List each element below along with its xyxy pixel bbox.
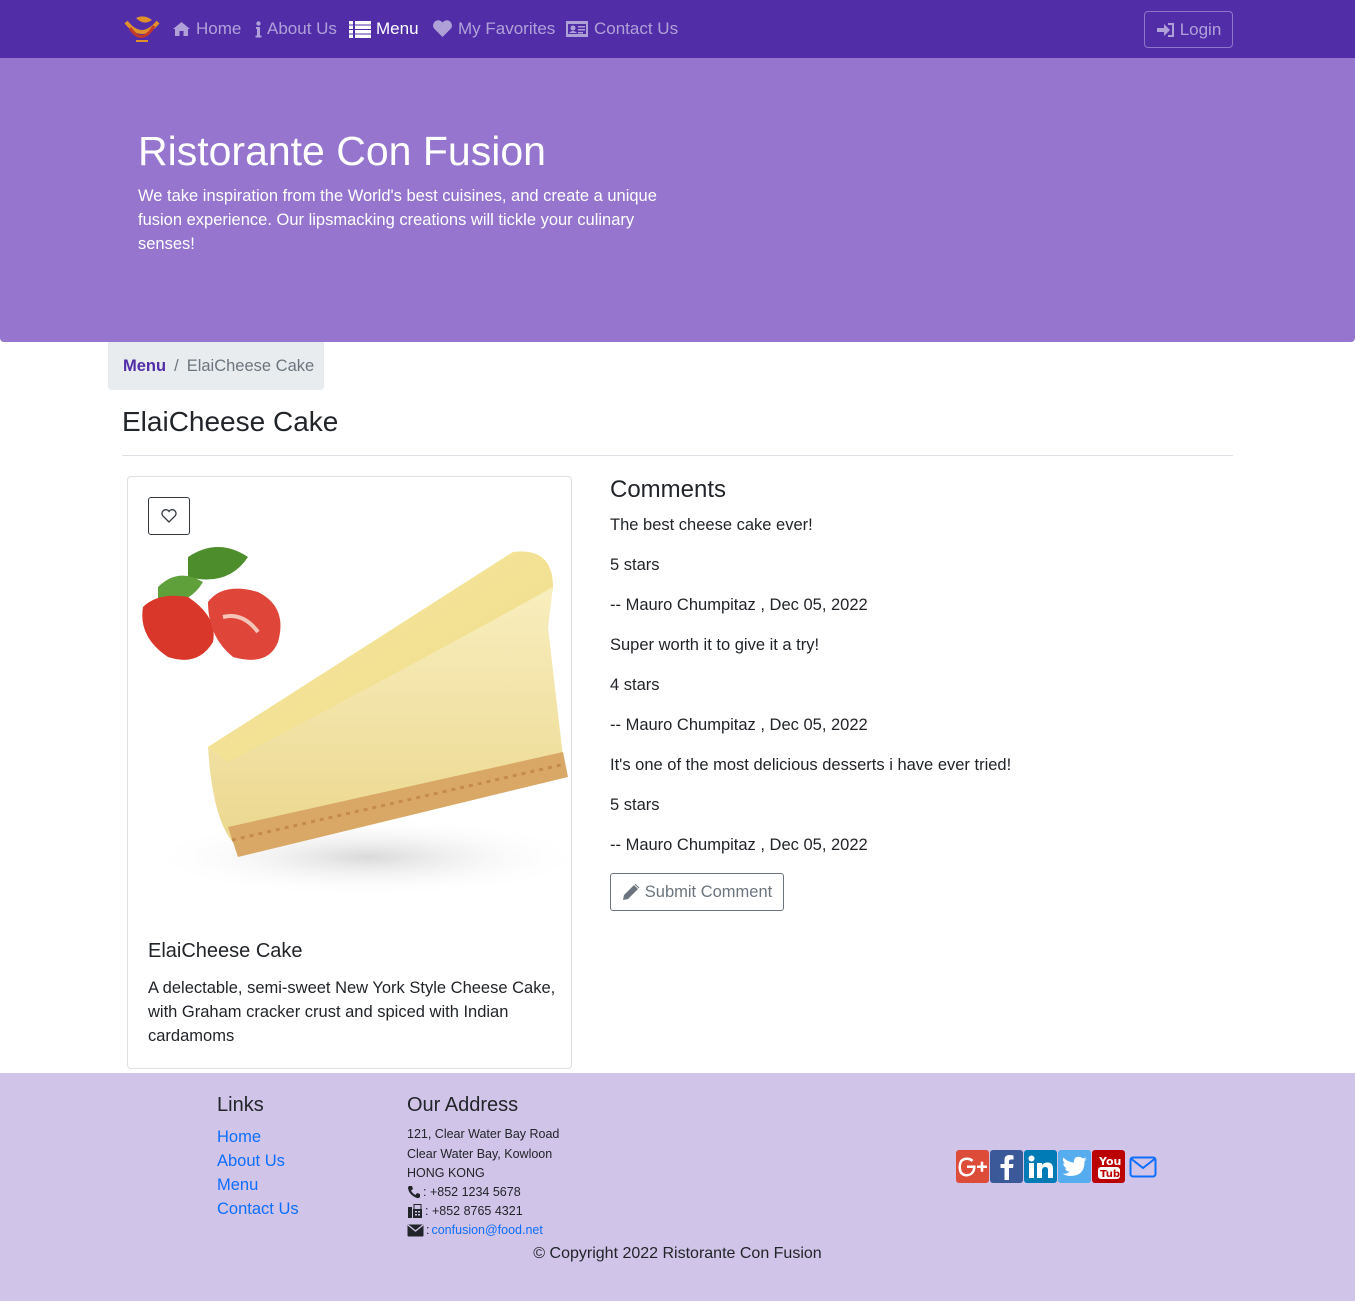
mail-icon xyxy=(1129,1156,1156,1177)
submit-comment-label: Submit Comment xyxy=(644,882,773,901)
svg-text:Tube: Tube xyxy=(1100,1169,1121,1180)
home-icon xyxy=(173,22,190,36)
restaurant-title: Ristorante Con Fusion xyxy=(138,128,546,174)
youtube-icon: YouTube xyxy=(1097,1155,1121,1180)
restaurant-tagline: We take inspiration from the World's bes… xyxy=(138,187,657,253)
links-heading: Links xyxy=(217,1094,264,1116)
list-icon xyxy=(349,20,371,38)
dish-name: ElaiCheese Cake xyxy=(148,940,303,962)
navbar: Home About Us Menu My Favorites Contact … xyxy=(0,0,1355,58)
comment-text: It's one of the most delicious desserts … xyxy=(610,756,1012,774)
footer: Links Home About Us Menu Contact Us Our … xyxy=(0,1073,1355,1301)
login-button[interactable]: Login xyxy=(1144,11,1233,48)
fax-icon xyxy=(408,1203,422,1218)
nav-home-label: Home xyxy=(196,19,242,38)
dish-image xyxy=(128,527,571,907)
breadcrumb: Menu / ElaiCheese Cake xyxy=(108,342,324,390)
footer-link-contact[interactable]: Contact Us xyxy=(217,1200,299,1219)
breadcrumb-menu-link[interactable]: Menu xyxy=(123,357,166,376)
comment-rating: 5 stars xyxy=(610,796,660,814)
linkedin-icon xyxy=(1028,1155,1053,1178)
nav-menu[interactable]: Menu xyxy=(349,17,419,41)
fax-line: : +852 8765 4321 xyxy=(407,1203,523,1219)
favorite-button[interactable] xyxy=(148,497,190,535)
google-plus-icon xyxy=(958,1157,987,1176)
info-icon xyxy=(255,20,262,37)
nav-contact[interactable]: Contact Us xyxy=(565,17,678,41)
fax-number: : +852 8765 4321 xyxy=(425,1204,523,1218)
comment-rating: 5 stars xyxy=(610,556,660,574)
dish-card: ElaiCheese Cake A delectable, semi-sweet… xyxy=(127,476,572,1069)
pencil-icon xyxy=(622,883,640,900)
twitter-icon xyxy=(1062,1156,1087,1176)
dish-description: A delectable, semi-sweet New York Style … xyxy=(148,979,556,1045)
heart-outline-icon xyxy=(161,509,177,523)
footer-link-about[interactable]: About Us xyxy=(217,1152,285,1171)
breadcrumb-separator: / xyxy=(174,356,179,375)
footer-link-menu[interactable]: Menu xyxy=(217,1176,258,1195)
nav-favorites[interactable]: My Favorites xyxy=(432,17,555,41)
address-line: 121, Clear Water Bay Road xyxy=(407,1127,560,1141)
comment-author: -- Mauro Chumpitaz , Dec 05, 2022 xyxy=(610,596,868,614)
login-label: Login xyxy=(1179,19,1222,39)
nav-favorites-label: My Favorites xyxy=(458,19,556,38)
envelope-icon xyxy=(407,1223,424,1236)
email-line: : confusion@food.net xyxy=(407,1222,543,1238)
copyright: © Copyright 2022 Ristorante Con Fusion xyxy=(533,1245,822,1262)
email-link[interactable]: confusion@food.net xyxy=(431,1222,542,1238)
dish-heading: ElaiCheese Cake xyxy=(122,406,339,437)
youtube-link[interactable]: YouTube xyxy=(1092,1150,1125,1183)
phone-icon xyxy=(408,1186,420,1199)
heart-icon xyxy=(433,20,452,37)
comments-title: Comments xyxy=(610,476,727,503)
jumbotron: Ristorante Con Fusion We take inspiratio… xyxy=(0,58,1355,342)
submit-comment-button[interactable]: Submit Comment xyxy=(610,873,784,911)
address-card-icon xyxy=(566,21,588,37)
breadcrumb-current: ElaiCheese Cake xyxy=(186,356,315,375)
twitter-link[interactable] xyxy=(1058,1150,1091,1183)
restaurant-logo[interactable] xyxy=(122,12,162,46)
facebook-icon xyxy=(1000,1154,1013,1180)
comment-text: Super worth it to give it a try! xyxy=(610,636,820,654)
address-line: HONG KONG xyxy=(407,1166,485,1180)
mail-link[interactable] xyxy=(1126,1150,1159,1183)
comment-author: -- Mauro Chumpitaz , Dec 05, 2022 xyxy=(610,836,868,854)
nav-about-label: About Us xyxy=(267,19,337,38)
nav-menu-label: Menu xyxy=(376,19,419,38)
facebook-link[interactable] xyxy=(990,1150,1023,1183)
nav-about[interactable]: About Us xyxy=(255,17,337,41)
footer-link-home[interactable]: Home xyxy=(217,1128,261,1147)
nav-home[interactable]: Home xyxy=(172,17,241,41)
nav-contact-label: Contact Us xyxy=(594,19,679,38)
email-prefix: : xyxy=(426,1223,430,1237)
comment-text: The best cheese cake ever! xyxy=(610,516,813,534)
linkedin-link[interactable] xyxy=(1024,1150,1057,1183)
address-line: Clear Water Bay, Kowloon xyxy=(407,1147,553,1161)
sign-in-icon xyxy=(1156,22,1174,37)
google-plus-link[interactable] xyxy=(956,1150,989,1183)
divider xyxy=(122,455,1233,456)
comment-author: -- Mauro Chumpitaz , Dec 05, 2022 xyxy=(610,716,868,734)
svg-text:You: You xyxy=(1098,1155,1121,1168)
comment-rating: 4 stars xyxy=(610,676,660,694)
address-heading: Our Address xyxy=(407,1094,519,1116)
phone-line: : +852 1234 5678 xyxy=(407,1184,521,1200)
phone-number: : +852 1234 5678 xyxy=(423,1185,521,1199)
